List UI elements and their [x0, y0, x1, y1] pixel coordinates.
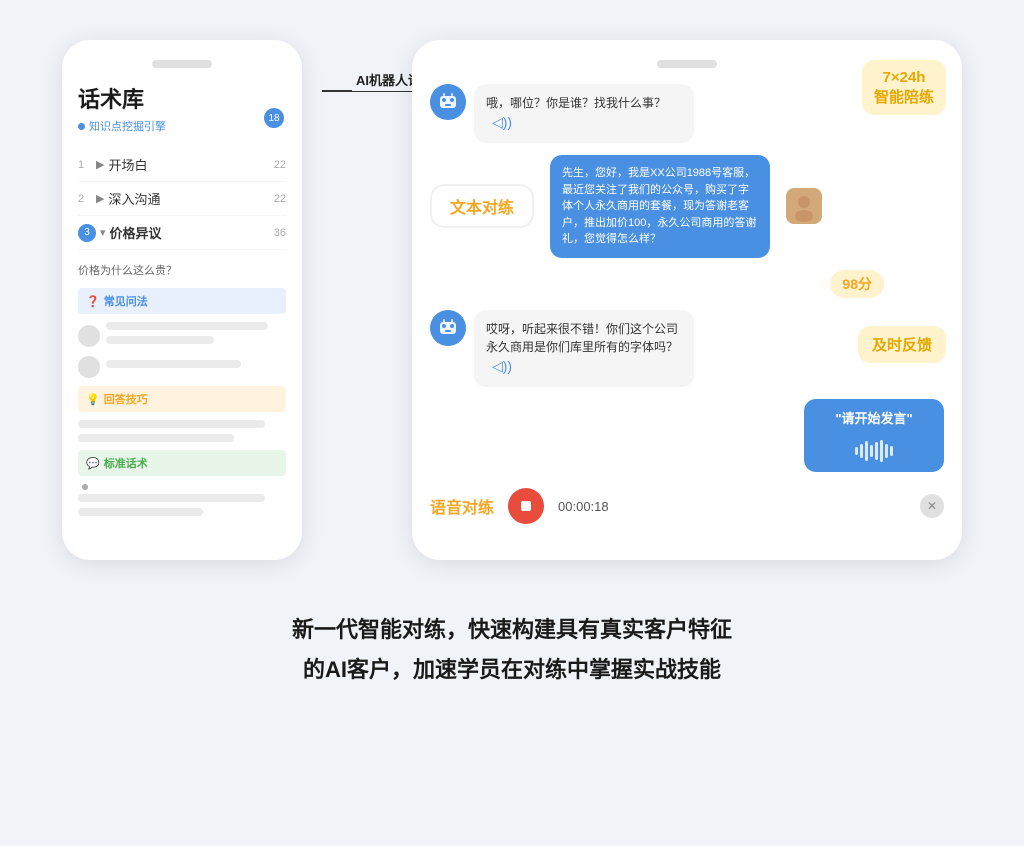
menu-count-2: 22 [274, 193, 286, 205]
menu-num-1: 1 [78, 159, 96, 171]
sound-icon-2: ◁)) [492, 358, 512, 374]
section-label-3: 标准话术 [104, 455, 148, 471]
voice-waveform [855, 440, 893, 462]
sound-icon-1: ◁)) [492, 114, 512, 130]
bottom-line-2: 的AI客户，加速学员在对练中掌握实战技能 [292, 650, 732, 690]
menu-num-3: 3 [78, 224, 96, 242]
phone-notch-right [657, 60, 717, 68]
section-label-2: 回答技巧 [104, 391, 148, 407]
section-icon-3: 💬 [86, 457, 100, 470]
waveform-bar-3 [865, 441, 868, 461]
robot-avatar-1 [430, 84, 466, 120]
menu-arrow-2: ▶ [96, 192, 104, 205]
left-phone-title: 话术库 [78, 82, 286, 114]
badge-count: 18 [264, 108, 284, 128]
subtitle-text: 知识点挖掘引擎 [89, 118, 166, 134]
menu-arrow-3: ▾ [100, 226, 106, 239]
menu-label-1: 开场白 [108, 155, 147, 174]
skeleton-5 [78, 434, 234, 442]
bottom-line-1: 新一代智能对练，快速构建具有真实客户特征 [292, 610, 732, 650]
text-practice-row: 文本对练 先生，您好，我是XX公司1988号客服，最近您关注了我们的公众号，购买… [430, 155, 944, 258]
skeleton-7 [78, 508, 203, 516]
avatar-row-1 [78, 322, 286, 350]
right-phone: 7×24h 智能陪练 哦，哪位？你是 [412, 40, 962, 560]
section-label-1: 常见问法 [104, 293, 148, 309]
waveform-bar-2 [860, 444, 863, 458]
waveform-bar-7 [885, 444, 888, 458]
left-phone-subtitle: 知识点挖掘引擎 [78, 118, 286, 134]
menu-item-2[interactable]: 2 ▶ 深入沟通 22 [78, 182, 286, 216]
left-phone: 话术库 知识点挖掘引擎 18 1 ▶ 开场白 22 2 ▶ 深入沟通 22 3 … [62, 40, 302, 560]
bubble-2-text: 哎呀，听起来很不错！你们这个公司永久商用是你们库里所有的字体吗？ [486, 322, 678, 354]
robot-avatar-2 [430, 310, 466, 346]
menu-count-3: 36 [274, 227, 286, 239]
avatar-1 [78, 325, 100, 347]
timer-display: 00:00:18 [558, 499, 609, 514]
score-row: 98分 [430, 270, 944, 298]
skeleton-group-1 [106, 322, 286, 350]
avatar-2 [78, 356, 100, 378]
bubble-1: 哦，哪位？你是谁？找我什么事？ ◁)) [474, 84, 694, 143]
menu-list: 1 ▶ 开场白 22 2 ▶ 深入沟通 22 3 ▾ 价格异议 36 [78, 148, 286, 250]
chat-area: 哦，哪位？你是谁？找我什么事？ ◁)) 文本对练 先生，您好，我是XX公司198… [430, 84, 944, 524]
skeleton-2 [106, 336, 214, 344]
menu-item-1[interactable]: 1 ▶ 开场白 22 [78, 148, 286, 182]
float-247-badge: 7×24h 智能陪练 [862, 60, 946, 115]
menu-label-3: 价格异议 [110, 223, 162, 242]
voice-bubble: "请开始发言" [804, 399, 944, 473]
voice-prompt-text: "请开始发言" [835, 409, 912, 429]
section-icon-2: 💡 [86, 393, 100, 406]
waveform-bar-4 [870, 445, 873, 457]
skeleton-1 [106, 322, 268, 330]
skeleton-4 [78, 420, 265, 428]
bubble-human-text: 先生，您好，我是XX公司1988号客服，最近您关注了我们的公众号，购买了字体个人… [562, 167, 756, 245]
human-avatar [786, 188, 822, 224]
skeleton-group-2 [106, 360, 286, 374]
float-247-line2: 智能陪练 [874, 88, 934, 108]
score-badge: 98分 [830, 270, 884, 298]
price-question: 价格为什么这么贵？ [78, 262, 286, 278]
bullet-1 [82, 484, 88, 490]
menu-arrow-1: ▶ [96, 158, 104, 171]
text-practice-label: 文本对练 [430, 184, 534, 228]
skeleton-3 [106, 360, 241, 368]
waveform-bar-1 [855, 447, 858, 455]
close-button[interactable]: ✕ [920, 494, 944, 518]
bottom-text: 新一代智能对练，快速构建具有真实客户特征 的AI客户，加速学员在对练中掌握实战技… [292, 610, 732, 689]
voice-practice-label: 语音对练 [430, 494, 494, 518]
float-feedback-badge: 及时反馈 [858, 326, 946, 363]
section-common-questions: ❓ 常见问法 [78, 288, 286, 314]
bubble-human: 先生，您好，我是XX公司1988号客服，最近您关注了我们的公众号，购买了字体个人… [550, 155, 770, 258]
top-section: 话术库 知识点挖掘引擎 18 1 ▶ 开场白 22 2 ▶ 深入沟通 22 3 … [62, 40, 962, 560]
bubble-1-text: 哦，哪位？你是谁？找我什么事？ [486, 96, 666, 110]
section-standard: 💬 标准话术 [78, 450, 286, 476]
waveform-bar-5 [875, 442, 878, 460]
menu-num-2: 2 [78, 193, 96, 205]
subtitle-dot [78, 123, 85, 130]
menu-count-1: 22 [274, 159, 286, 171]
voice-bubble-row: "请开始发言" [430, 399, 944, 473]
voice-controls-row: 语音对练 00:00:18 ✕ [430, 488, 944, 524]
menu-item-3[interactable]: 3 ▾ 价格异议 36 [78, 216, 286, 250]
waveform-bar-6 [880, 440, 883, 462]
phone-notch-left [152, 60, 212, 68]
section-icon-1: ❓ [86, 295, 100, 308]
skeleton-6 [78, 494, 265, 502]
waveform-bar-8 [890, 446, 893, 456]
bubble-2: 哎呀，听起来很不错！你们这个公司永久商用是你们库里所有的字体吗？ ◁)) [474, 310, 694, 387]
float-247-line1: 7×24h [874, 68, 934, 88]
avatar-row-2 [78, 356, 286, 378]
menu-label-2: 深入沟通 [108, 189, 160, 208]
connector: AI机器人话术对练 [332, 40, 382, 560]
section-answer-tips: 💡 回答技巧 [78, 386, 286, 412]
record-button[interactable] [508, 488, 544, 524]
